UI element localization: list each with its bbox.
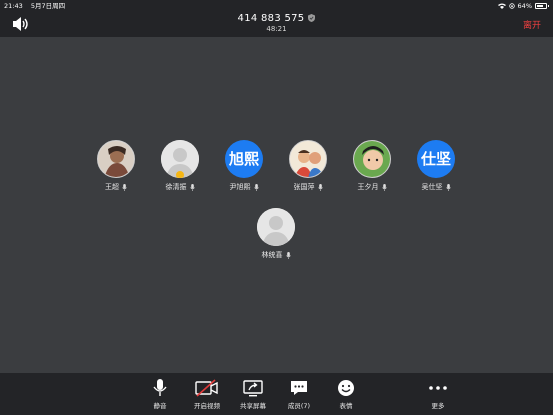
participant-name: 张国萍 (293, 183, 315, 191)
battery-icon (535, 3, 549, 9)
participant-wu-shijian[interactable]: 仕坚 吴仕坚 (404, 140, 468, 192)
meeting-id-text: 414 883 575 (237, 13, 305, 24)
meeting-timer: 48:21 (266, 25, 287, 33)
participant-xu-qingzhen[interactable]: 徐清振 (148, 140, 212, 192)
microphone-icon (381, 183, 387, 191)
share-screen-icon (243, 380, 263, 397)
members-label: 成员(7) (287, 402, 311, 410)
host-badge-icon (176, 171, 184, 178)
avatar (257, 208, 295, 246)
participant-name: 吴仕坚 (421, 183, 443, 191)
share-screen-label: 共享屏幕 (240, 402, 266, 410)
meeting-toolbar: 静音 开启视频 共享屏幕 成员(7) 表情 更多 (0, 373, 553, 415)
participant-yin-xuxi[interactable]: 旭熙 尹旭熙 (212, 140, 276, 192)
microphone-icon (445, 183, 451, 191)
microphone-icon (153, 379, 167, 396)
more-dots-icon (429, 386, 447, 390)
avatar: 旭熙 (225, 140, 263, 178)
microphone-icon (317, 183, 323, 191)
more-button[interactable]: 更多 (413, 379, 463, 410)
participant-wang-xiyue[interactable]: 王夕月 (340, 140, 404, 192)
status-bar: 21:43 5月7日周四 64% (0, 0, 553, 12)
meeting-header: 414 883 575 48:21 离开 (0, 12, 553, 37)
participant-name: 林统喜 (261, 251, 283, 259)
microphone-icon (285, 251, 291, 259)
avatar (289, 140, 327, 178)
participant-name: 王超 (105, 183, 119, 191)
avatar (353, 140, 391, 178)
mute-button[interactable]: 静音 (135, 379, 185, 410)
members-button[interactable]: 成员(7) (274, 379, 324, 410)
participant-lin-tongxi[interactable]: 林统喜 (244, 208, 308, 260)
more-label: 更多 (431, 402, 445, 410)
participant-wang-chao[interactable]: 王超 (84, 140, 148, 192)
participant-zhang-guoping[interactable]: 张国萍 (276, 140, 340, 192)
wifi-icon (497, 3, 506, 9)
orientation-lock-icon (508, 3, 515, 9)
avatar (161, 140, 199, 178)
participant-name: 尹旭熙 (229, 183, 251, 191)
participant-name: 徐清振 (165, 183, 187, 191)
start-video-button[interactable]: 开启视频 (182, 379, 232, 410)
microphone-icon (122, 183, 127, 191)
start-video-label: 开启视频 (194, 402, 220, 410)
status-time: 21:43 (4, 2, 23, 10)
leave-button[interactable]: 离开 (523, 18, 541, 31)
battery-percent: 64% (517, 2, 532, 10)
microphone-icon (189, 183, 195, 191)
reactions-button[interactable]: 表情 (321, 379, 371, 410)
video-off-icon (195, 379, 218, 397)
smiley-icon (338, 380, 354, 396)
mute-label: 静音 (153, 402, 167, 410)
share-screen-button[interactable]: 共享屏幕 (228, 379, 278, 410)
reactions-label: 表情 (339, 402, 353, 410)
chat-bubble-icon (291, 381, 307, 395)
status-date: 5月7日周四 (30, 2, 66, 10)
participant-name: 王夕月 (357, 183, 379, 191)
avatar (97, 140, 135, 178)
meeting-id[interactable]: 414 883 575 (0, 13, 553, 24)
microphone-icon (253, 183, 259, 191)
avatar: 仕坚 (417, 140, 455, 178)
shield-icon (308, 14, 316, 22)
